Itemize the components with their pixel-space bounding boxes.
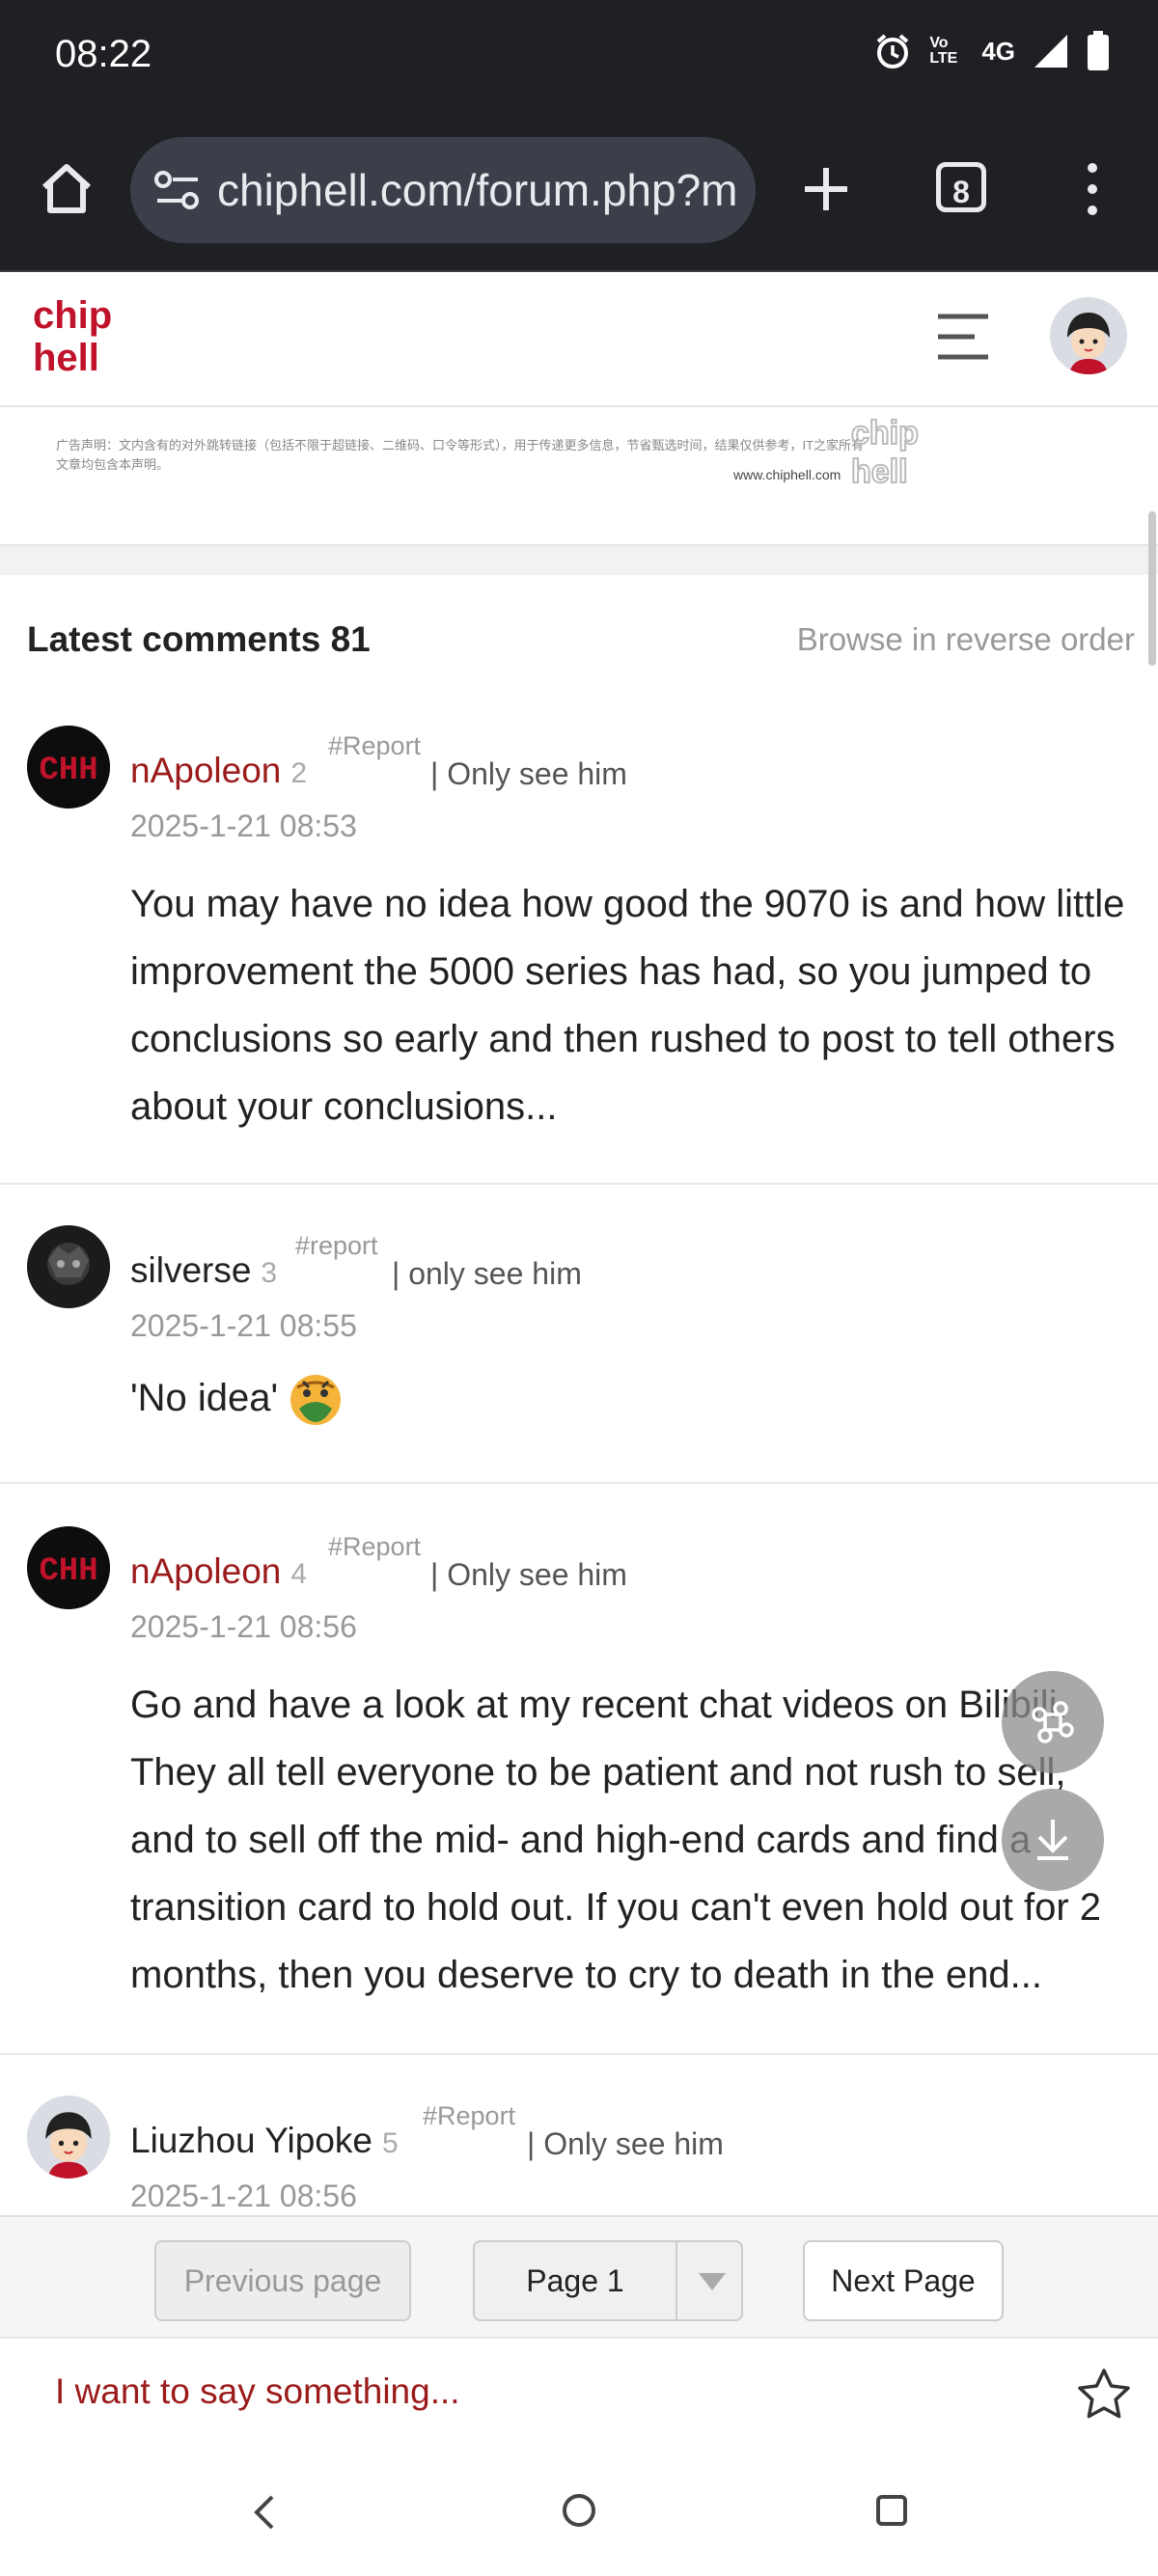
next-page-button[interactable]: Next Page	[803, 2240, 1004, 2321]
status-icons: Vo LTE 4G	[873, 31, 1110, 71]
floor-number: 3	[261, 1257, 278, 1289]
tab-switcher-button[interactable]: 8	[936, 162, 986, 212]
report-link[interactable]: #Report	[423, 2101, 515, 2131]
user-avatar[interactable]	[1050, 297, 1127, 374]
report-link[interactable]: #Report	[328, 1532, 421, 1562]
watermark-url: www.chiphell.com	[733, 467, 841, 482]
comments-title: Latest comments 81	[27, 619, 371, 659]
commenter-name[interactable]: Liuzhou Yipoke	[130, 2121, 372, 2160]
only-see-him-link[interactable]: | Only see him	[430, 756, 627, 792]
commenter-name[interactable]: nApoleon	[130, 1551, 281, 1591]
comment-item: CHH #Report nApoleon 4 | Only see him 202…	[0, 1484, 1158, 2055]
svg-text:hell: hell	[33, 337, 99, 379]
favorite-star-icon[interactable]	[1077, 2368, 1131, 2420]
svg-text:CHH: CHH	[39, 753, 97, 789]
clock: 08:22	[55, 33, 152, 75]
status-bar: 08:22 Vo LTE 4G	[0, 0, 1158, 116]
url-text[interactable]: chiphell.com/forum.php?mod	[217, 164, 738, 216]
svg-text:chip: chip	[851, 415, 919, 452]
comment-item: #report silverse 3 | only see him 2025-1-…	[0, 1185, 1158, 1484]
browser-toolbar: chiphell.com/forum.php?mod 8	[0, 116, 1158, 272]
chiphell-logo[interactable]: chip hell	[29, 288, 116, 384]
reverse-order-link[interactable]: Browse in reverse order	[797, 621, 1135, 658]
section-divider	[0, 546, 1158, 575]
report-link[interactable]: #report	[295, 1231, 378, 1261]
page-select-value: Page 1	[526, 2263, 624, 2298]
commenter-avatar[interactable]	[27, 1225, 110, 1308]
volte-icon: Vo LTE	[929, 35, 958, 67]
reply-input[interactable]: I want to say something...	[55, 2371, 460, 2412]
floor-number: 5	[381, 2127, 399, 2159]
signal-icon	[1034, 35, 1067, 68]
page-select[interactable]: Page 1	[473, 2240, 743, 2321]
commenter-avatar[interactable]	[27, 2096, 110, 2179]
comment-body-row: 'No idea'	[130, 1364, 345, 1432]
comment-body: You may have no idea how good the 9070 i…	[130, 883, 1125, 1128]
menu-icon[interactable]	[936, 313, 990, 361]
only-see-him-link[interactable]: | Only see him	[430, 1557, 627, 1593]
more-menu-icon[interactable]	[1079, 160, 1106, 218]
comment-body: Go and have a look at my recent chat vid…	[130, 1684, 1102, 1996]
site-settings-icon[interactable]	[153, 168, 202, 212]
comment-date: 2025-1-21 08:53	[130, 808, 357, 843]
only-see-him-link[interactable]: | only see him	[392, 1256, 582, 1292]
home-nav-icon[interactable]	[560, 2491, 598, 2530]
download-icon	[1037, 1820, 1068, 1860]
scrollbar[interactable]	[1148, 511, 1156, 666]
svg-text:CHH: CHH	[39, 1553, 97, 1590]
article-disclaimer: 广告声明：文内含有的对外跳转链接（包括不限于超链接、二维码、口令等形式），用于传…	[0, 407, 1158, 546]
commenter-name-row: nApoleon 2	[130, 751, 307, 791]
commenter-avatar[interactable]: CHH	[27, 726, 110, 808]
commenter-avatar[interactable]: CHH	[27, 1526, 110, 1609]
site-header: chip hell	[0, 272, 1158, 407]
alarm-icon	[877, 34, 909, 69]
back-icon[interactable]	[249, 2493, 278, 2532]
floor-number: 4	[290, 1558, 308, 1590]
home-icon[interactable]	[39, 160, 95, 216]
commenter-name[interactable]: nApoleon	[130, 751, 281, 790]
commenter-name[interactable]: silverse	[130, 1250, 251, 1290]
pagination-bar: Previous page Page 1 Next Page	[0, 2215, 1158, 2337]
address-bar[interactable]: chiphell.com/forum.php?mod	[130, 137, 756, 243]
commenter-name-row: nApoleon 4	[130, 1551, 307, 1592]
command-icon	[1032, 1701, 1074, 1743]
battery-icon	[1088, 31, 1109, 70]
floor-number: 2	[290, 757, 308, 789]
comment-date: 2025-1-21 08:56	[130, 1609, 357, 1644]
comment-item: CHH #Report nApoleon 2 | Only see him 202…	[0, 710, 1158, 1185]
comment-composer: I want to say something...	[0, 2337, 1158, 2447]
new-tab-icon[interactable]	[801, 164, 851, 214]
comment-date: 2025-1-21 08:56	[130, 2179, 357, 2213]
comment-date: 2025-1-21 08:55	[130, 1308, 357, 1343]
emoji-icon	[290, 1375, 342, 1425]
comment-item: #Report Liuzhou Yipoke 5 | Only see him 2…	[0, 2055, 1158, 2215]
only-see-him-link[interactable]: | Only see him	[527, 2126, 724, 2162]
download-button[interactable]	[1002, 1789, 1104, 1891]
previous-page-button[interactable]: Previous page	[154, 2240, 411, 2321]
system-navigation-bar	[0, 2451, 1158, 2576]
comment-body: 'No idea'	[130, 1377, 279, 1419]
dropdown-arrow	[676, 2242, 745, 2319]
quick-menu-button[interactable]	[1002, 1671, 1104, 1773]
svg-text:chip: chip	[33, 294, 112, 337]
commenter-name-row: Liuzhou Yipoke 5	[130, 2121, 399, 2161]
recents-icon[interactable]	[874, 2493, 909, 2528]
network-type: 4G	[981, 36, 1015, 66]
chevron-down-icon	[699, 2273, 726, 2290]
svg-text:hell: hell	[851, 453, 908, 490]
report-link[interactable]: #Report	[328, 731, 421, 761]
commenter-name-row: silverse 3	[130, 1250, 277, 1291]
watermark-logo: chip hell	[850, 414, 920, 491]
